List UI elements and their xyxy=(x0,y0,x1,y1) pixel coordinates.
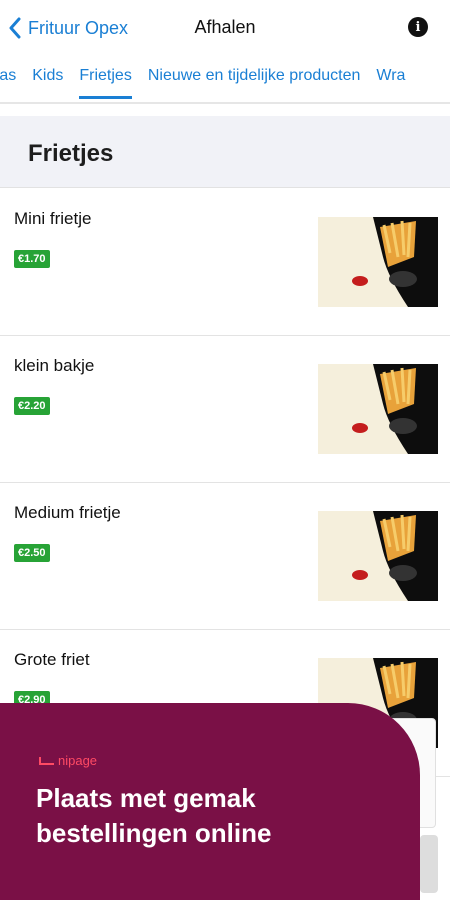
item-name: Mini frietje xyxy=(14,209,92,228)
item-name: Medium frietje xyxy=(14,503,121,522)
tabs-track: gtas Kids Frietjes Nieuwe en tijdelijke … xyxy=(0,67,405,99)
fries-cone-image xyxy=(318,364,438,454)
list-item[interactable]: Mini frietje €1.70 xyxy=(0,189,450,336)
item-name: klein bakje xyxy=(14,356,95,375)
promo-brand-label: nipage xyxy=(58,753,98,768)
price-badge: €2.50 xyxy=(14,544,50,562)
top-bar: Frituur Opex Afhalen i xyxy=(0,0,450,54)
unipage-logo-icon xyxy=(39,756,54,765)
item-name: Grote friet xyxy=(14,650,90,669)
price-badge: €1.70 xyxy=(14,250,50,268)
list-item[interactable]: klein bakje €2.20 xyxy=(0,336,450,483)
promo-banner[interactable]: nipage Plaats met gemak bestellingen onl… xyxy=(0,703,420,900)
tab-nieuwe-producten[interactable]: Nieuwe en tijdelijke producten xyxy=(148,67,361,97)
promo-text: Plaats met gemak bestellingen online xyxy=(36,783,272,848)
info-icon[interactable]: i xyxy=(408,17,428,37)
tab-wra[interactable]: Wra xyxy=(376,67,405,97)
tab-gtas[interactable]: gtas xyxy=(0,67,16,97)
promo-brand: nipage xyxy=(38,753,97,768)
price-badge: €2.20 xyxy=(14,397,50,415)
tab-kids[interactable]: Kids xyxy=(32,67,63,97)
tab-frietjes[interactable]: Frietjes xyxy=(79,67,133,99)
fries-cone-image xyxy=(318,511,438,601)
background-card xyxy=(420,835,438,893)
section-title: Frietjes xyxy=(28,140,114,167)
page-title: Afhalen xyxy=(194,17,256,37)
list-item[interactable]: Medium frietje €2.50 xyxy=(0,483,450,630)
category-tabs: gtas Kids Frietjes Nieuwe en tijdelijke … xyxy=(0,54,450,104)
fries-cone-image xyxy=(318,217,438,307)
